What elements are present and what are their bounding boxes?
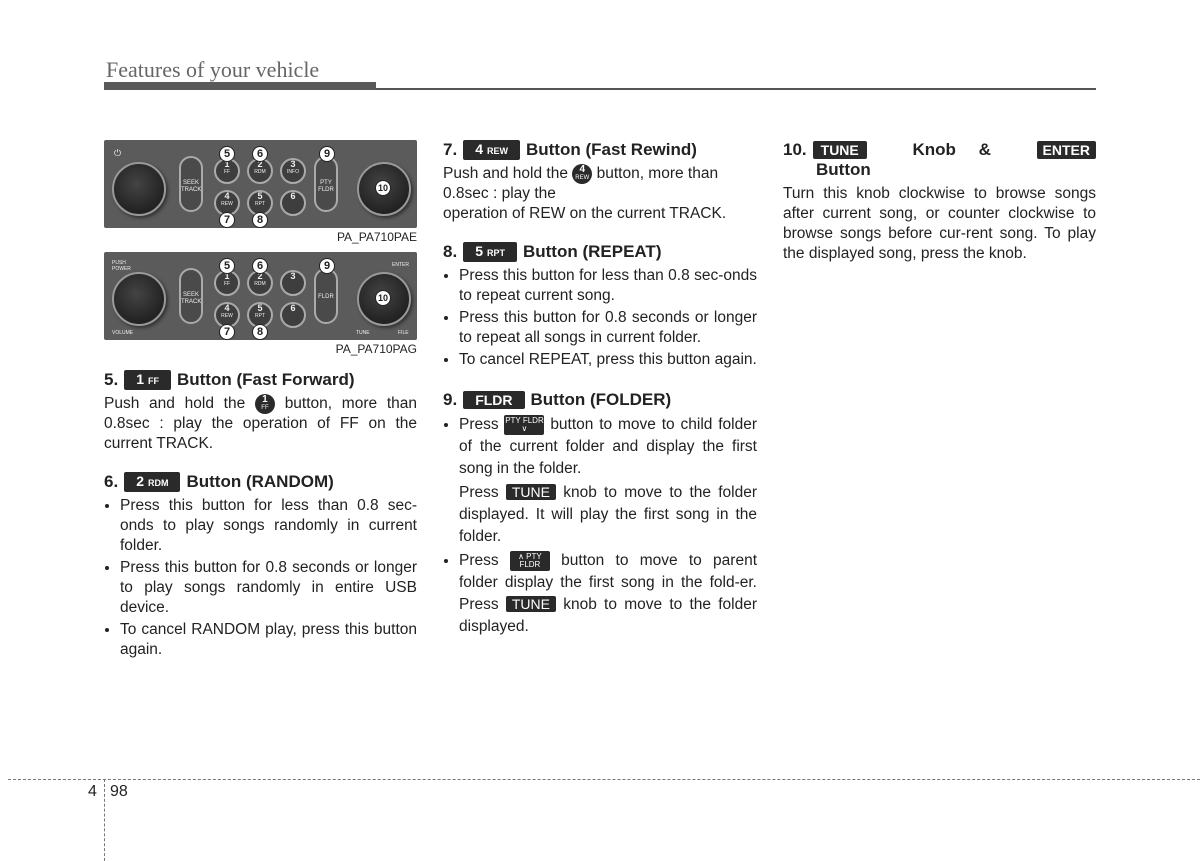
rew-button-tag: 4 REW <box>463 140 520 160</box>
callout-8: 8 <box>252 212 268 228</box>
section-8-heading: 8. 5 RPT Button (REPEAT) <box>443 242 757 263</box>
fldr-button: FLDR <box>314 268 338 324</box>
column-2: 7. 4 REW Button (Fast Rewind) Push and ho… <box>443 140 757 640</box>
preset-button-6: 6 <box>280 302 306 328</box>
image-caption-2: PA_PA710PAG <box>335 342 417 356</box>
section-7: 7. 4 REW Button (Fast Rewind) Push and ho… <box>443 140 757 224</box>
section-number: 5. <box>104 370 119 389</box>
column-3: 10. TUNE Knob & ENTER Button Turn this k… <box>783 140 1096 264</box>
page-number: 98 <box>110 783 128 800</box>
pty-fldr-button: PTY FLDR <box>314 156 338 212</box>
ff-button-icon: 1 FF <box>254 394 275 414</box>
volume-knob <box>112 162 166 216</box>
section-number: 9. <box>443 390 458 410</box>
callout-9: 9 <box>319 146 335 162</box>
list-item: Press this button for 0.8 seconds or lon… <box>120 558 417 618</box>
section-title: Button (REPEAT) <box>522 242 662 262</box>
callout-9: 9 <box>319 258 335 274</box>
callout-5: 5 <box>219 146 235 162</box>
volume-knob <box>112 272 166 326</box>
section-7-heading: 7. 4 REW Button (Fast Rewind) <box>443 140 757 160</box>
callout-6: 6 <box>252 258 268 274</box>
callout-10: 10 <box>375 180 391 196</box>
tune-tag: TUNE <box>812 141 867 159</box>
list-item: Press PTY FLDR ∨ button to move to child… <box>459 414 757 548</box>
section-title: Button (Fast Rewind) <box>525 140 697 159</box>
list-item: Press this button for less than 0.8 sec-… <box>459 266 757 306</box>
section-10: 10. TUNE Knob & ENTER Button Turn this k… <box>783 140 1096 264</box>
section-number: 6. <box>104 472 119 492</box>
chapter-number: 4 <box>88 783 97 800</box>
section-6-heading: 6. 2 RDM Button (RANDOM) <box>104 472 417 493</box>
preset-button-3: 3 <box>280 270 306 296</box>
page-header-title: Features of your vehicle <box>106 57 320 82</box>
column-1: ⏻ SEEK TRACK 1 FF 2 RDM 3 INFO 4 REW 5 RPT 6 … <box>104 140 417 662</box>
list-item: Press this button for less than 0.8 sec-… <box>120 496 417 556</box>
image-caption-1: PA_PA710PAE <box>336 230 417 244</box>
section-6-bullets: Press this button for less than 0.8 sec-… <box>104 496 417 660</box>
seek-track-button: SEEK TRACK <box>179 268 203 324</box>
section-10-heading-line2: Button <box>816 160 871 179</box>
header-bar <box>104 82 376 90</box>
tune-label: TUNE <box>356 330 370 336</box>
section-8: 8. 5RPT Button (REPEAT) Press this butto… <box>443 242 757 370</box>
list-item: Press this button for 0.8 seconds or lon… <box>459 308 757 348</box>
callout-8: 8 <box>252 324 268 340</box>
ff-button-tag: 1 FF <box>124 370 171 390</box>
list-item: Press ∧ PTY FLDR button to move to paren… <box>459 550 757 638</box>
section-8-bullets: Press this button for less than 0.8 sec-… <box>443 266 757 370</box>
callout-7: 7 <box>219 324 235 340</box>
rew-button-icon: 4 REW <box>572 164 593 184</box>
section-10-heading: 10. TUNE Knob & ENTER <box>783 140 1096 160</box>
section-5-body: Push and hold the 1 FF button, more than … <box>104 394 418 453</box>
section-9-bullets: Press PTY FLDR ∨ button to move to child… <box>443 414 757 638</box>
footer-rule <box>8 779 1200 780</box>
rdm-button-tag: 2 RDM <box>124 472 181 493</box>
rpt-button-tag: 5 RPT <box>463 242 517 263</box>
preset-button-6: 6 <box>280 190 306 216</box>
section-title: Button (RANDOM) <box>186 472 334 492</box>
list-item: To cancel RANDOM play, press this button… <box>120 620 417 660</box>
tune-tag: TUNE <box>505 484 556 501</box>
file-label: FILE <box>398 330 409 336</box>
seek-track-button: SEEK TRACK <box>179 156 203 212</box>
push-power-label: PUSH POWER <box>112 260 131 272</box>
section-title: Button (Fast Forward) <box>176 370 355 389</box>
callout-7: 7 <box>219 212 235 228</box>
audio-panel-image-2: PUSH POWER VOLUME SEEK TRACK 1 FF 2 RDM 3 … <box>104 252 417 340</box>
audio-panel-image-1: ⏻ SEEK TRACK 1 FF 2 RDM 3 INFO 4 REW 5 RPT 6 … <box>104 140 417 228</box>
section-number: 7. <box>443 140 458 159</box>
section-5: 5. 1 FF Button (Fast Forward) Push and ho… <box>104 370 417 454</box>
section-title: Button (FOLDER) <box>530 390 672 410</box>
list-item: To cancel REPEAT, press this button agai… <box>459 350 757 370</box>
callout-6: 6 <box>252 146 268 162</box>
callout-10: 10 <box>375 290 391 306</box>
power-icon: ⏻ <box>114 148 122 158</box>
pty-fldr-down-icon: PTY FLDR ∨ <box>504 415 545 435</box>
enter-tag: ENTER <box>1036 141 1096 159</box>
section-6: 6. 2RDM Button (RANDOM) Press this butto… <box>104 472 417 660</box>
preset-button-3: 3 INFO <box>280 158 306 184</box>
section-7-body: Push and hold the 4 REW button, more than… <box>443 164 727 223</box>
tune-tag: TUNE <box>505 596 556 613</box>
callout-5: 5 <box>219 258 235 274</box>
section-number: 10. <box>783 140 807 159</box>
enter-label: ENTER <box>392 262 409 268</box>
section-9-heading: 9. FLDR Button (FOLDER) <box>443 390 757 410</box>
volume-label: VOLUME <box>112 330 134 336</box>
section-5-heading: 5. 1 FF Button (Fast Forward) <box>104 370 417 390</box>
section-number: 8. <box>443 242 458 262</box>
fldr-button-tag: FLDR <box>463 391 525 410</box>
header-rule <box>376 88 1096 90</box>
heading-text: Knob & <box>912 140 991 159</box>
pty-fldr-up-icon: ∧ PTY FLDR <box>509 551 550 571</box>
footer-divider <box>104 779 105 861</box>
section-10-body: Turn this knob clockwise to browse songs… <box>783 185 1096 262</box>
section-9: 9. FLDR Button (FOLDER) Press PTY FLDR ∨… <box>443 390 757 638</box>
